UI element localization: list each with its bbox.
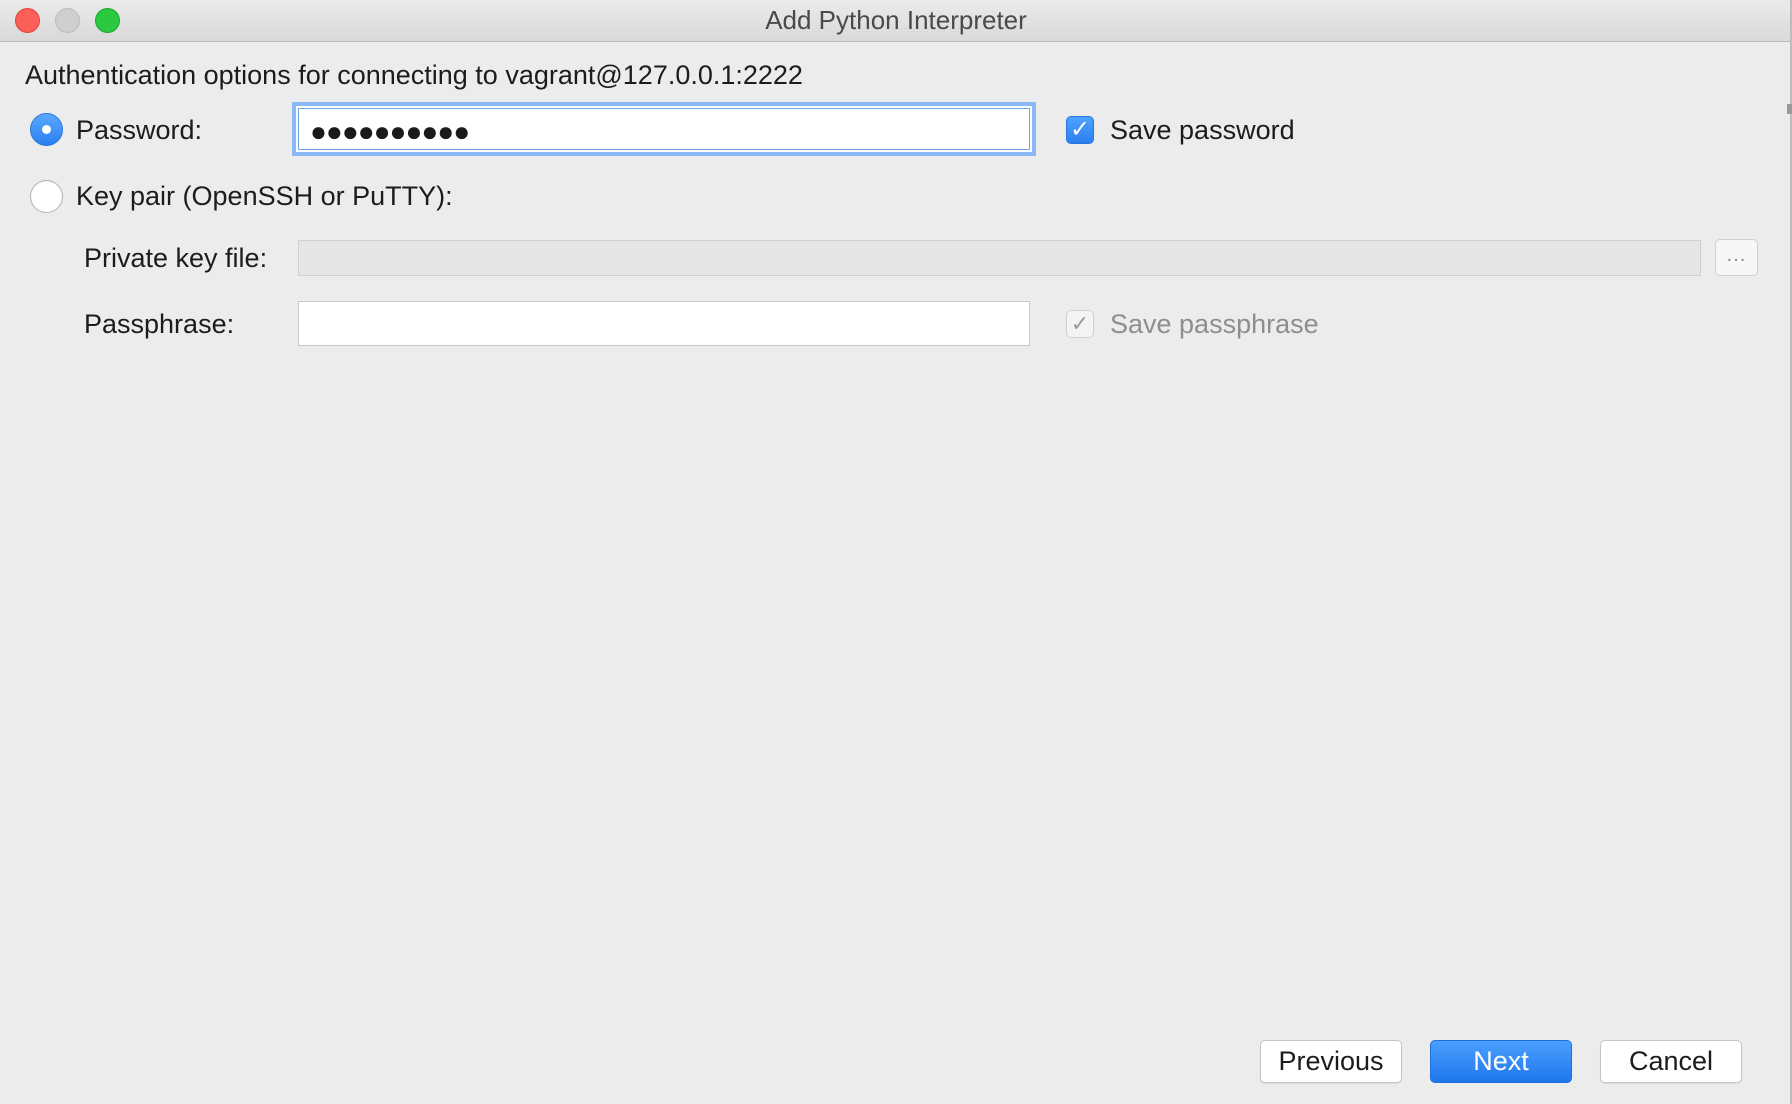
save-password-checkbox[interactable]: ✓ <box>1066 116 1094 144</box>
password-masked-value: ●●●●●●●●●● <box>310 116 470 147</box>
dialog-window: Add Python Interpreter Authentication op… <box>0 0 1792 1104</box>
cancel-button[interactable]: Cancel <box>1600 1040 1742 1083</box>
next-button[interactable]: Next <box>1430 1040 1572 1083</box>
key-pair-label: Key pair (OpenSSH or PuTTY): <box>76 181 453 211</box>
checkmark-icon: ✓ <box>1069 116 1091 143</box>
password-label: Password: <box>76 115 203 145</box>
ellipsis-icon: ... <box>1726 244 1747 266</box>
save-password-label: Save password <box>1110 115 1295 145</box>
key-pair-radio[interactable] <box>30 180 63 213</box>
passphrase-label: Passphrase: <box>84 309 235 339</box>
password-input[interactable]: ●●●●●●●●●● <box>296 106 1032 152</box>
window-title: Add Python Interpreter <box>765 5 1027 35</box>
private-key-file-label: Private key file: <box>84 243 268 273</box>
zoom-window-button[interactable] <box>95 8 120 33</box>
previous-button[interactable]: Previous <box>1260 1040 1402 1083</box>
minimize-window-button[interactable] <box>55 8 80 33</box>
auth-header-text: Authentication options for connecting to… <box>25 60 803 90</box>
save-passphrase-checkbox[interactable]: ✓ <box>1066 310 1094 338</box>
passphrase-input[interactable] <box>298 301 1030 346</box>
checkmark-icon: ✓ <box>1070 311 1090 336</box>
radio-selected-dot <box>42 125 51 134</box>
password-radio[interactable] <box>30 113 63 146</box>
browse-button[interactable]: ... <box>1715 239 1758 276</box>
close-window-button[interactable] <box>15 8 40 33</box>
private-key-file-input[interactable] <box>298 240 1701 276</box>
window-edge-notch <box>1787 104 1792 114</box>
save-passphrase-label: Save passphrase <box>1110 309 1319 339</box>
title-bar[interactable]: Add Python Interpreter <box>0 0 1792 42</box>
